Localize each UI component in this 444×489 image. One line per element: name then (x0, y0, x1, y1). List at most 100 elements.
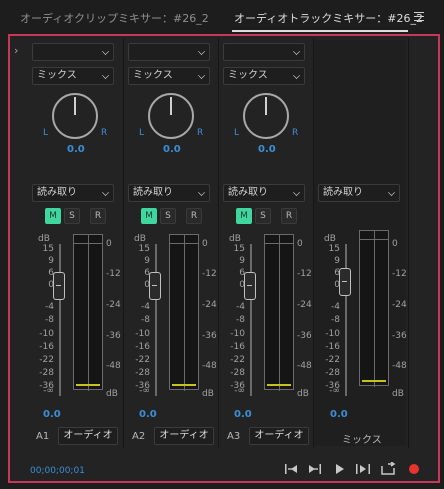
chevron-right-icon[interactable]: › (14, 44, 18, 57)
fader-tick: -28 (39, 368, 54, 378)
fader-tick: 0 (144, 280, 150, 290)
fader-tick: -28 (325, 368, 340, 378)
go-to-out-icon[interactable] (306, 462, 322, 476)
meter-tick: -12 (392, 269, 407, 279)
meter-tick: 0 (392, 239, 398, 249)
fader-tick: -16 (135, 342, 150, 352)
fader-tick: 0 (239, 280, 245, 290)
panel-tab-bar: オーディオクリップミキサー：#26_2 オーディオトラックミキサー：#26_2 (0, 0, 444, 34)
pan-right-label: R (101, 128, 108, 138)
fader-tick: 9 (144, 256, 150, 266)
level-meter (73, 234, 103, 391)
tab-audio-clip-mixer[interactable]: オーディオクリップミキサー：#26_2 (20, 10, 209, 26)
fader-tick: -22 (325, 355, 340, 365)
fader-tick: 15 (138, 244, 150, 254)
meter-tick: -24 (297, 300, 312, 310)
fader-scale-label: dB (38, 234, 50, 244)
fader-tick: 6 (334, 268, 340, 278)
fader-tick: -16 (39, 342, 54, 352)
pan-value[interactable]: 0.0 (258, 144, 276, 155)
hamburger-icon[interactable] (414, 12, 424, 21)
solo-button[interactable]: S (255, 208, 271, 224)
fader-tick: 9 (239, 256, 245, 266)
loop-icon[interactable] (380, 462, 396, 476)
pan-knob[interactable] (243, 93, 289, 139)
pan-value[interactable]: 0.0 (67, 144, 85, 155)
volume-fader-handle[interactable] (53, 272, 65, 300)
go-to-in-icon[interactable] (284, 462, 300, 476)
mute-button[interactable]: M (45, 208, 61, 224)
record-arm-button[interactable]: R (186, 208, 202, 224)
automation-mode-select[interactable]: 読み取り (128, 184, 210, 202)
effects-send-select[interactable]: ミックス (223, 67, 305, 85)
record-icon[interactable] (406, 462, 422, 476)
pan-knob[interactable] (148, 93, 194, 139)
track-name-field[interactable]: オーディオ (249, 427, 309, 445)
fader-tick: 6 (144, 268, 150, 278)
mute-button[interactable]: M (141, 208, 157, 224)
volume-value[interactable]: 0.0 (234, 409, 252, 420)
master-automation-select[interactable]: 読み取り (318, 184, 400, 202)
record-arm-button[interactable]: R (281, 208, 297, 224)
fader-track (155, 244, 157, 396)
meter-tick: -36 (106, 331, 121, 341)
track-name-field[interactable]: オーディオ (154, 427, 214, 445)
meter-tick: dB (392, 389, 404, 399)
fader-tick: -4 (45, 302, 54, 312)
effects-send-select[interactable]: ミックス (128, 67, 210, 85)
meter-tick: -36 (392, 331, 407, 341)
effects-send-select[interactable]: ミックス (32, 67, 114, 85)
track-name-field[interactable]: オーディオ (58, 427, 118, 445)
tab-audio-track-mixer[interactable]: オーディオトラックミキサー：#26_2 (234, 10, 423, 26)
volume-fader-handle[interactable] (149, 272, 161, 300)
fader-tick: -28 (230, 368, 245, 378)
meter-tick: 0 (202, 239, 208, 249)
master-volume-fader-handle[interactable] (339, 268, 351, 296)
fader-tick: -10 (39, 329, 54, 339)
input-select[interactable] (128, 43, 210, 61)
meter-tick: -24 (202, 300, 217, 310)
fader-tick: -4 (236, 302, 245, 312)
fader-tick: -4 (331, 302, 340, 312)
pan-value[interactable]: 0.0 (163, 144, 181, 155)
fader-tick: 0 (334, 280, 340, 290)
fader-tick: -8 (236, 315, 245, 325)
play-in-to-out-icon[interactable] (355, 462, 371, 476)
volume-fader-handle[interactable] (244, 272, 256, 300)
record-arm-button[interactable]: R (90, 208, 106, 224)
level-meter (169, 234, 199, 391)
mute-button[interactable]: M (236, 208, 252, 224)
fader-track (345, 244, 347, 396)
input-select[interactable] (32, 43, 114, 61)
fader-tick: 6 (48, 268, 54, 278)
pan-knob[interactable] (52, 93, 98, 139)
fader-tick: -16 (325, 342, 340, 352)
level-meter (264, 234, 294, 391)
timecode[interactable]: 00;00;00;01 (30, 466, 85, 476)
automation-mode-select[interactable]: 読み取り (32, 184, 114, 202)
fader-tick: -10 (135, 329, 150, 339)
fader-tick: -10 (230, 329, 245, 339)
fader-tick: -22 (39, 355, 54, 365)
pan-right-label: R (292, 128, 299, 138)
fader-scale-label: dB (324, 234, 336, 244)
master-level-meter (359, 230, 389, 387)
volume-value[interactable]: 0.0 (139, 409, 157, 420)
meter-tick: -48 (106, 361, 121, 371)
meter-tick: -36 (202, 331, 217, 341)
pan-left-label: L (139, 128, 145, 138)
play-icon[interactable] (332, 462, 348, 476)
meter-tick: -48 (392, 361, 407, 371)
solo-button[interactable]: S (160, 208, 176, 224)
fader-tick: 9 (48, 256, 54, 266)
input-select[interactable] (223, 43, 305, 61)
volume-value[interactable]: 0.0 (43, 409, 61, 420)
meter-tick: -48 (297, 361, 312, 371)
fader-scale-label: dB (229, 234, 241, 244)
fader-scale-label: dB (134, 234, 146, 244)
master-volume-value[interactable]: 0.0 (330, 409, 348, 420)
automation-mode-select[interactable]: 読み取り (223, 184, 305, 202)
meter-tick: -12 (297, 269, 312, 279)
solo-button[interactable]: S (64, 208, 80, 224)
fader-tick: -∞ (329, 386, 340, 396)
